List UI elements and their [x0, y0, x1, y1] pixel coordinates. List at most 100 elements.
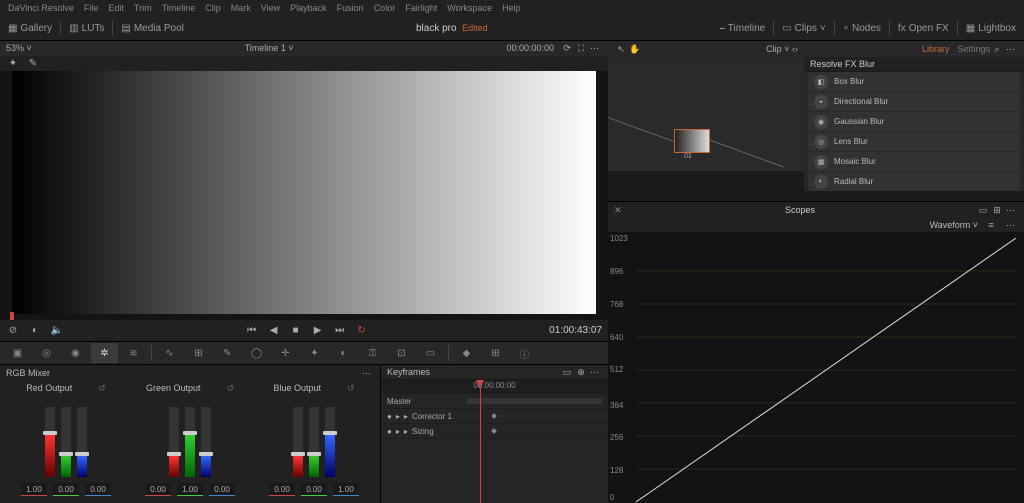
waveform-scope[interactable]: 1023 896 768 640 512 384 256 128 0: [608, 232, 1024, 503]
expand-icon[interactable]: ⛶: [574, 41, 588, 55]
luts-button[interactable]: ▥ LUTs: [69, 23, 104, 34]
menu-playback[interactable]: Playback: [290, 3, 327, 13]
menu-edit[interactable]: Edit: [108, 3, 124, 13]
tab-library[interactable]: Library: [922, 44, 950, 54]
menu-trim[interactable]: Trim: [134, 3, 152, 13]
kf-corrector-row[interactable]: ●▸▸Corrector 1: [381, 409, 608, 424]
tab-settings[interactable]: Settings: [957, 44, 990, 54]
node-01[interactable]: [674, 129, 710, 153]
red-g-value[interactable]: 0.00: [53, 483, 79, 496]
zoom-dropdown[interactable]: 53% ˅: [6, 43, 32, 53]
node-graph[interactable]: 01: [608, 57, 804, 171]
waveform-dropdown[interactable]: Waveform ˅: [930, 220, 978, 230]
magic-icon[interactable]: ✦: [301, 343, 328, 363]
info-panel-icon[interactable]: ⓘ: [511, 343, 538, 363]
red-b-value[interactable]: 0.00: [85, 483, 111, 496]
blue-b-value[interactable]: 1.00: [333, 483, 359, 496]
hand-icon[interactable]: ✋: [628, 42, 642, 56]
scope-settings-icon[interactable]: ≡: [984, 218, 998, 232]
kf-zoom-icon[interactable]: ⊕: [574, 365, 588, 379]
menu-help[interactable]: Help: [502, 3, 521, 13]
fx-radial-blur[interactable]: ◐Radial Blur: [808, 172, 1020, 191]
color-match-icon[interactable]: ◎: [33, 343, 60, 363]
loop-icon[interactable]: ↻: [355, 324, 369, 338]
red-r-value[interactable]: 1.00: [21, 483, 47, 496]
refresh-icon[interactable]: ⟳: [560, 41, 574, 55]
menu-file[interactable]: File: [84, 3, 99, 13]
green-r-slider[interactable]: [169, 407, 179, 477]
stop-icon[interactable]: ■: [289, 324, 303, 338]
warper-icon[interactable]: ⊞: [185, 343, 212, 363]
blue-r-slider[interactable]: [293, 407, 303, 477]
menu-fairlight[interactable]: Fairlight: [405, 3, 437, 13]
scope-grid-icon[interactable]: ⊞: [990, 203, 1004, 217]
menu-app[interactable]: DaVinci Resolve: [8, 3, 74, 13]
fx-lens-blur[interactable]: ◎Lens Blur: [808, 132, 1020, 151]
picker-icon[interactable]: ✦: [6, 56, 20, 70]
scope-menu-icon[interactable]: ⋯: [1004, 218, 1018, 232]
fx-options-icon[interactable]: ⋯: [1004, 42, 1018, 56]
reset-icon[interactable]: ↺: [98, 383, 106, 394]
close-icon[interactable]: ✕: [614, 205, 624, 215]
red-g-slider[interactable]: [61, 407, 71, 477]
gallery-button[interactable]: ▦ Gallery: [8, 23, 52, 34]
red-b-slider[interactable]: [77, 407, 87, 477]
menu-timeline[interactable]: Timeline: [162, 3, 196, 13]
node-nav-icon[interactable]: ‹›: [792, 44, 798, 54]
clips-button[interactable]: ▭ Clips ˅: [782, 23, 826, 34]
wheels-icon[interactable]: ◉: [62, 343, 89, 363]
timeline-name[interactable]: Timeline 1 ˅: [32, 43, 507, 53]
key-icon[interactable]: ⚿: [359, 343, 386, 363]
wand-icon[interactable]: ✎: [26, 56, 40, 70]
tracker-icon[interactable]: ✛: [272, 343, 299, 363]
sizing-icon[interactable]: ⊡: [388, 343, 415, 363]
fx-directional-blur[interactable]: ◒Directional Blur: [808, 92, 1020, 111]
blue-g-value[interactable]: 0.00: [301, 483, 327, 496]
mediapool-button[interactable]: ▤ Media Pool: [121, 23, 183, 34]
scopes-panel-icon[interactable]: ⊞: [482, 343, 509, 363]
keyframe-ruler[interactable]: 00:00:00:00: [381, 380, 608, 394]
fx-gaussian-blur[interactable]: ◉Gaussian Blur: [808, 112, 1020, 131]
menu-color[interactable]: Color: [374, 3, 396, 13]
lightbox-button[interactable]: ▦ Lightbox: [966, 23, 1016, 34]
blur-icon[interactable]: ◐: [330, 343, 357, 363]
toggle-icon[interactable]: ◐: [28, 324, 42, 338]
blue-b-slider[interactable]: [325, 407, 335, 477]
playhead-icon[interactable]: [476, 380, 484, 388]
blue-g-slider[interactable]: [309, 407, 319, 477]
menu-clip[interactable]: Clip: [205, 3, 221, 13]
green-r-value[interactable]: 0.00: [145, 483, 171, 496]
cursor-icon[interactable]: ↖: [614, 42, 628, 56]
red-r-slider[interactable]: [45, 407, 55, 477]
timeline-button[interactable]: ⎯ Timeline: [720, 23, 765, 34]
bypass-icon[interactable]: ⊘: [6, 324, 20, 338]
reset-icon[interactable]: ↺: [227, 383, 235, 394]
playhead-icon[interactable]: [10, 312, 14, 320]
green-b-value[interactable]: 0.00: [209, 483, 235, 496]
audio-icon[interactable]: 🔈: [50, 324, 64, 338]
rgb-mixer-icon[interactable]: ✲: [91, 343, 118, 363]
viewer-options-icon[interactable]: ⋯: [588, 41, 602, 55]
viewer-timecode[interactable]: 00:00:00:00: [506, 43, 554, 53]
nodes-button[interactable]: ∘ Nodes: [843, 23, 881, 34]
master-timecode[interactable]: 01:00:43:07: [549, 325, 602, 336]
rgb-options-icon[interactable]: ⋯: [360, 366, 374, 380]
scope-layout-icon[interactable]: ▭: [976, 203, 990, 217]
curves-icon[interactable]: ∿: [156, 343, 183, 363]
qualifier-icon[interactable]: ✎: [214, 343, 241, 363]
stereo-icon[interactable]: ▭: [417, 343, 444, 363]
reverse-icon[interactable]: ◀: [267, 324, 281, 338]
menu-view[interactable]: View: [261, 3, 280, 13]
viewer-canvas[interactable]: [0, 71, 608, 320]
prev-clip-icon[interactable]: ⏮: [245, 324, 259, 338]
green-g-value[interactable]: 1.00: [177, 483, 203, 496]
fx-box-blur[interactable]: ◧Box Blur: [808, 72, 1020, 91]
openfx-button[interactable]: fx Open FX: [898, 23, 949, 34]
menu-workspace[interactable]: Workspace: [447, 3, 492, 13]
kf-options-icon[interactable]: ⋯: [588, 365, 602, 379]
menu-fusion[interactable]: Fusion: [337, 3, 364, 13]
green-g-slider[interactable]: [185, 407, 195, 477]
next-clip-icon[interactable]: ⏭: [333, 324, 347, 338]
kf-master-row[interactable]: Master: [381, 394, 608, 409]
menu-mark[interactable]: Mark: [231, 3, 251, 13]
